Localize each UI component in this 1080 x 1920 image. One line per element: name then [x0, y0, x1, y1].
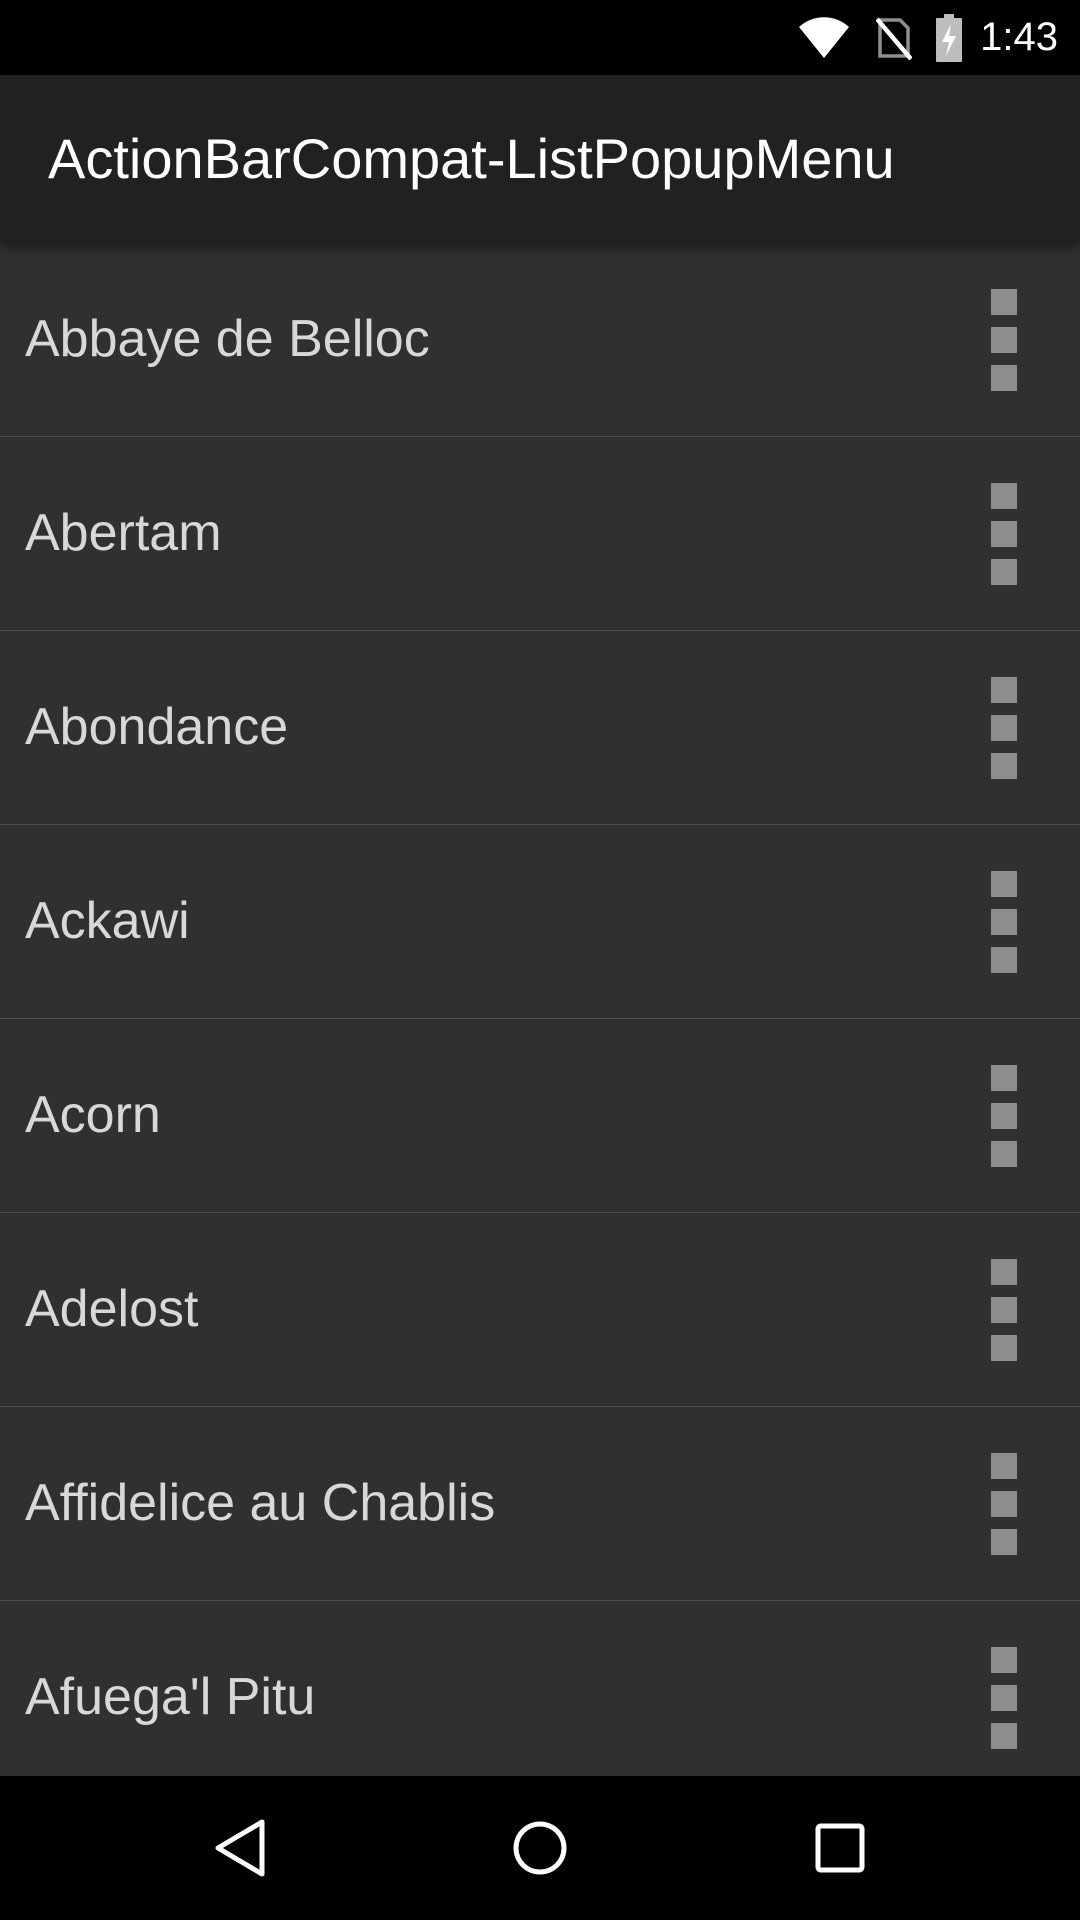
- action-bar: ActionBarCompat-ListPopupMenu: [0, 75, 1080, 243]
- overflow-menu-icon: [991, 1447, 1017, 1561]
- app-title: ActionBarCompat-ListPopupMenu: [48, 127, 895, 190]
- app-screen: 1:43 ActionBarCompat-ListPopupMenu Abbay…: [0, 0, 1080, 1920]
- overflow-menu-icon: [991, 865, 1017, 979]
- back-icon: [215, 1819, 265, 1877]
- overflow-menu-icon: [991, 1641, 1017, 1755]
- list-item-label: Abertam: [25, 504, 222, 562]
- wifi-icon: [799, 16, 850, 58]
- list-item-label: Abondance: [25, 698, 289, 756]
- overflow-menu-button[interactable]: [968, 1601, 1040, 1776]
- list-item-label: Abbaye de Belloc: [25, 310, 430, 368]
- status-icons: 1:43: [798, 0, 1058, 75]
- list-item[interactable]: Ackawi: [0, 825, 1080, 1019]
- back-button[interactable]: [160, 1776, 320, 1920]
- status-clock: 1:43: [980, 15, 1058, 59]
- list-item[interactable]: Afuega'l Pitu: [0, 1601, 1080, 1776]
- list-item-label: Adelost: [25, 1280, 199, 1338]
- overflow-menu-button[interactable]: [968, 1407, 1040, 1600]
- list-item[interactable]: Adelost: [0, 1213, 1080, 1407]
- overflow-menu-button[interactable]: [968, 1019, 1040, 1212]
- overflow-menu-icon: [991, 283, 1017, 397]
- list-item[interactable]: Abondance: [0, 631, 1080, 825]
- overflow-menu-icon: [991, 1059, 1017, 1173]
- list-item-label: Affidelice au Chablis: [25, 1474, 496, 1532]
- list-item[interactable]: Acorn: [0, 1019, 1080, 1213]
- overflow-menu-button[interactable]: [968, 825, 1040, 1018]
- list-item-label: Ackawi: [25, 892, 190, 950]
- list-item[interactable]: Abertam: [0, 437, 1080, 631]
- navigation-bar: [0, 1776, 1080, 1920]
- list-item-label: Acorn: [25, 1086, 161, 1144]
- overflow-menu-button[interactable]: [968, 631, 1040, 824]
- recents-button[interactable]: [760, 1776, 920, 1920]
- battery-charging-icon: [936, 13, 963, 62]
- cheese-list[interactable]: Abbaye de Belloc Abertam Abondance Ackaw…: [0, 243, 1080, 1776]
- home-icon: [513, 1821, 567, 1875]
- list-item[interactable]: Abbaye de Belloc: [0, 243, 1080, 437]
- overflow-menu-button[interactable]: [968, 437, 1040, 630]
- list-item-label: Afuega'l Pitu: [25, 1668, 316, 1726]
- overflow-menu-button[interactable]: [968, 243, 1040, 436]
- no-sim-icon: [876, 17, 913, 60]
- recents-icon: [815, 1823, 865, 1873]
- overflow-menu-icon: [991, 1253, 1017, 1367]
- overflow-menu-icon: [991, 671, 1017, 785]
- home-button[interactable]: [460, 1776, 620, 1920]
- status-bar: 1:43: [0, 0, 1080, 75]
- list-item[interactable]: Affidelice au Chablis: [0, 1407, 1080, 1601]
- overflow-menu-icon: [991, 477, 1017, 591]
- overflow-menu-button[interactable]: [968, 1213, 1040, 1406]
